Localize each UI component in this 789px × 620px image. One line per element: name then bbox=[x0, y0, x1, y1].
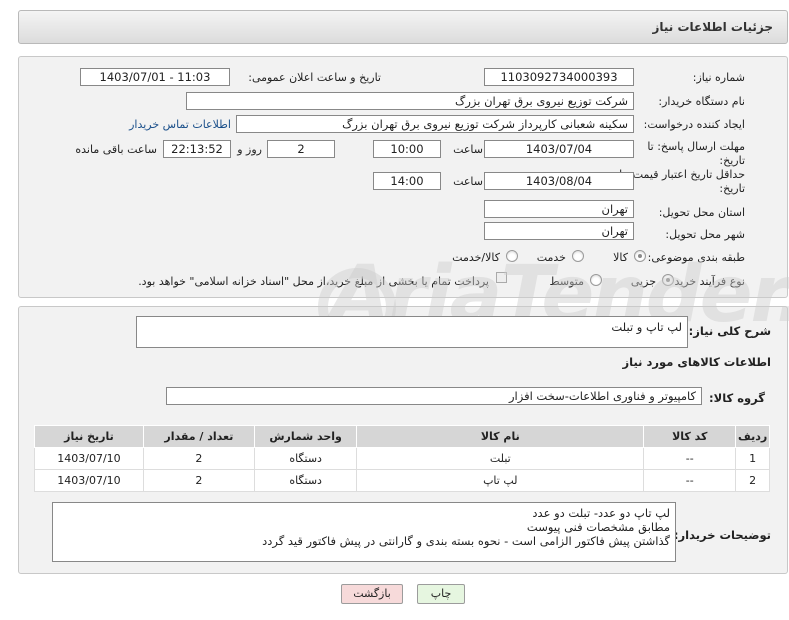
deadline-label: مهلت ارسال پاسخ: تا bbox=[647, 140, 745, 153]
cell-item-code: -- bbox=[643, 447, 737, 470]
description-field[interactable]: لپ تاپ و تبلت bbox=[136, 316, 688, 348]
print-button[interactable]: چاپ bbox=[417, 584, 465, 604]
validity-label: حداقل تاریخ اعتبار قیمت: تا bbox=[619, 168, 745, 181]
remaining-time-field[interactable]: 22:13:52 bbox=[163, 140, 231, 158]
description-label: شرح کلی نیاز: bbox=[688, 324, 771, 338]
deadline-time-label: ساعت bbox=[453, 143, 483, 156]
creator-field[interactable]: سکینه شعبانی کارپرداز شرکت توزیع نیروی ب… bbox=[236, 115, 634, 133]
cell-need-date: 1403/07/10 bbox=[34, 447, 144, 470]
validity-time-label: ساعت bbox=[453, 175, 483, 188]
cell-quantity: 2 bbox=[142, 469, 255, 492]
cell-item-name: تبلت bbox=[356, 447, 645, 470]
goods-group-field[interactable]: کامپیوتر و فناوری اطلاعات-سخت افزار bbox=[166, 387, 702, 405]
cell-item-name: لپ تاپ bbox=[356, 469, 645, 492]
table-row[interactable]: 2 -- لپ تاپ دستگاه 2 1403/07/10 bbox=[34, 469, 770, 492]
col-item-code: کد کالا bbox=[643, 425, 737, 448]
page-title: جزئیات اطلاعات نیاز bbox=[652, 20, 773, 34]
announce-datetime-field[interactable]: 1403/07/01 - 11:03 bbox=[80, 68, 230, 86]
goods-group-label: گروه کالا: bbox=[709, 391, 765, 405]
need-number-field[interactable]: 1103092734000393 bbox=[484, 68, 634, 86]
page-header: جزئیات اطلاعات نیاز bbox=[18, 10, 788, 44]
back-button[interactable]: بازگشت bbox=[341, 584, 403, 604]
creator-label: ایجاد کننده درخواست: bbox=[643, 118, 745, 131]
cell-row-number: 2 bbox=[735, 469, 770, 492]
validity-date-field[interactable]: 1403/08/04 bbox=[484, 172, 634, 190]
announce-label: تاریخ و ساعت اعلان عمومی: bbox=[248, 71, 381, 84]
contact-info-link[interactable]: اطلاعات تماس خریدار bbox=[129, 118, 231, 131]
cell-item-code: -- bbox=[643, 469, 737, 492]
need-number-label: شماره نیاز: bbox=[692, 71, 745, 84]
days-label: روز و bbox=[237, 143, 262, 156]
col-quantity: تعداد / مقدار bbox=[142, 425, 255, 448]
table-row[interactable]: 1 -- تبلت دستگاه 2 1403/07/10 bbox=[34, 447, 770, 470]
days-remaining-field[interactable]: 2 bbox=[267, 140, 335, 158]
remaining-label: ساعت باقی مانده bbox=[75, 143, 157, 156]
validity-time-field[interactable]: 14:00 bbox=[373, 172, 441, 190]
cell-quantity: 2 bbox=[142, 447, 255, 470]
cell-unit: دستگاه bbox=[253, 447, 358, 470]
validity-date-label: تاریخ: bbox=[719, 182, 745, 195]
buyer-notes-line: مطابق مشخصات فنی پیوست bbox=[526, 520, 670, 534]
goods-info-title: اطلاعات کالاهای مورد نیاز bbox=[622, 355, 771, 369]
cell-unit: دستگاه bbox=[253, 469, 358, 492]
buyer-label: نام دستگاه خریدار: bbox=[658, 95, 745, 108]
deadline-date-field[interactable]: 1403/07/04 bbox=[484, 140, 634, 158]
col-item-name: نام کالا bbox=[356, 425, 645, 448]
goods-table: ردیف کد کالا نام کالا واحد شمارش تعداد /… bbox=[34, 425, 770, 492]
buyer-notes-field[interactable]: لپ تاپ دو عدد- تبلت دو عدد مطابق مشخصات … bbox=[52, 502, 676, 562]
city-label: شهر محل تحویل: bbox=[665, 228, 745, 241]
province-label: استان محل تحویل: bbox=[658, 206, 745, 219]
city-field[interactable]: تهران bbox=[484, 222, 634, 240]
col-need-date: تاریخ نیاز bbox=[34, 425, 144, 448]
buyer-notes-label: توضیحات خریدار: bbox=[673, 528, 771, 542]
cell-need-date: 1403/07/10 bbox=[34, 469, 144, 492]
province-field[interactable]: تهران bbox=[484, 200, 634, 218]
table-header-row: ردیف کد کالا نام کالا واحد شمارش تعداد /… bbox=[34, 425, 770, 448]
buyer-notes-line: گذاشتن پیش فاکتور الزامی است - نحوه بسته… bbox=[262, 534, 670, 548]
col-unit: واحد شمارش bbox=[253, 425, 358, 448]
buyer-field[interactable]: شرکت توزیع نیروی برق تهران بزرگ bbox=[186, 92, 634, 110]
buyer-notes-line: لپ تاپ دو عدد- تبلت دو عدد bbox=[532, 506, 670, 520]
col-row-number: ردیف bbox=[735, 425, 770, 448]
cell-row-number: 1 bbox=[735, 447, 770, 470]
deadline-time-field[interactable]: 10:00 bbox=[373, 140, 441, 158]
deadline-date-label: تاریخ: bbox=[719, 154, 745, 167]
